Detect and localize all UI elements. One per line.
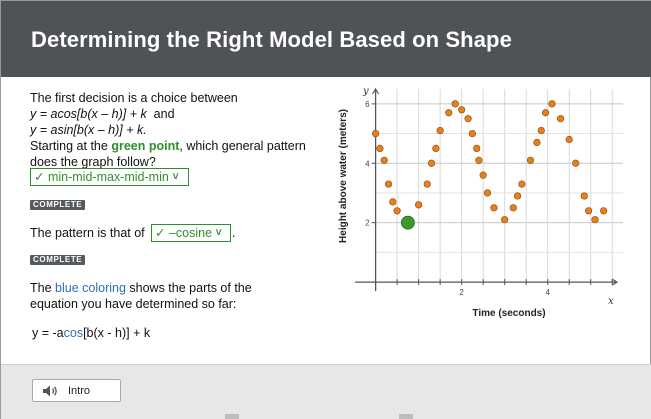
pattern-line: The pattern is that of <box>30 226 145 240</box>
data-point <box>591 216 599 224</box>
x-axis-label: Time (seconds) <box>472 308 545 319</box>
data-point <box>526 156 535 164</box>
x-tick-label: 4 <box>545 288 550 297</box>
data-point <box>537 126 545 135</box>
function-dropdown[interactable]: ✓ –cosine ∨ <box>151 224 231 242</box>
complete-badge: COMPLETE <box>30 255 86 265</box>
intro-text-line1: The first decision is a choice between <box>30 91 238 105</box>
check-icon: ✓ <box>155 226 166 240</box>
data-point <box>565 135 573 144</box>
data-point <box>432 144 440 153</box>
equation-cos-highlight: cos <box>63 326 84 340</box>
data-point <box>584 207 593 215</box>
data-point <box>513 192 522 200</box>
data-point <box>518 180 526 188</box>
data-point <box>533 138 541 147</box>
scatter-chart: 2 4 2 4 6 Height above water (meters) Time (… <box>338 86 623 319</box>
lesson-panel: Determining the Right Model Based on Sha… <box>0 0 651 419</box>
data-point <box>475 156 483 164</box>
pattern-period: . <box>232 226 236 240</box>
question-line1: Starting at the green point, which gener… <box>30 139 306 153</box>
data-point <box>427 159 436 167</box>
function-dropdown-value: –cosine <box>168 226 213 240</box>
blue-coloring-line1: The blue coloring shows the parts of the <box>30 281 252 295</box>
bottom-tab-marker <box>225 414 239 419</box>
chart-grid <box>375 89 623 283</box>
data-point <box>393 207 401 215</box>
y-axis-label: Height above water (meters) <box>338 109 349 243</box>
data-point <box>445 109 453 117</box>
y-tick-label: 4 <box>365 159 370 168</box>
equation-sin-line: y = asin[b(x – h)] + k. <box>30 122 147 138</box>
data-point <box>479 171 487 179</box>
data-point <box>541 109 550 117</box>
equation-cos-line: y = acos[b(x – h)] + k and <box>30 106 175 122</box>
data-point <box>557 115 565 123</box>
intro-button[interactable]: Intro <box>32 379 121 402</box>
data-point <box>372 129 380 138</box>
data-point <box>380 156 388 164</box>
bottom-tab-marker <box>399 414 413 419</box>
chart-ticks: 2 4 2 4 6 <box>365 100 613 297</box>
data-point <box>423 180 431 188</box>
data-point <box>458 106 466 114</box>
chevron-down-icon: ∨ <box>171 171 180 182</box>
data-point <box>473 144 481 153</box>
green-start-point <box>400 215 415 230</box>
data-point <box>483 189 492 197</box>
data-point <box>509 204 517 212</box>
data-point <box>384 180 393 188</box>
data-point <box>389 198 397 206</box>
y-tick-label: 6 <box>365 100 370 109</box>
current-equation: y = -acos[b(x - h)] + k <box>32 326 151 340</box>
data-point <box>376 144 384 153</box>
check-icon: ✓ <box>34 170 45 184</box>
complete-badge: COMPLETE <box>30 200 86 210</box>
data-point <box>451 100 459 108</box>
data-point <box>436 126 444 135</box>
pattern-dropdown[interactable]: ✓ min-mid-max-mid-min ∨ <box>30 168 189 186</box>
data-point <box>501 216 509 224</box>
x-tick-label: 2 <box>459 288 464 297</box>
speaker-icon <box>43 385 57 396</box>
green-point-text: green point <box>111 139 180 153</box>
y-axis-letter: y <box>362 86 369 97</box>
header-bar: Determining the Right Model Based on Sha… <box>1 1 651 77</box>
data-point <box>464 115 472 123</box>
x-axis-letter: x <box>608 296 614 307</box>
equation-cos: y = acos[b(x – h)] + k <box>30 107 147 121</box>
blue-coloring-text: blue coloring <box>55 281 126 295</box>
intro-button-label: Intro <box>68 384 91 397</box>
data-point <box>600 207 608 215</box>
data-point <box>548 100 556 108</box>
data-point <box>415 201 423 209</box>
blue-coloring-line2: equation you have determined so far: <box>30 297 237 311</box>
equation-sin: y = asin[b(x – h)] + k. <box>30 123 147 137</box>
and-text: and <box>153 107 175 121</box>
footer-bar: Intro <box>1 364 651 419</box>
data-point <box>572 159 580 167</box>
pattern-dropdown-value: min-mid-max-mid-min <box>47 170 169 184</box>
data-point <box>468 129 477 138</box>
data-point <box>490 204 498 212</box>
chart-points <box>372 100 608 230</box>
data-point <box>580 192 588 200</box>
chevron-down-icon: ∨ <box>214 227 224 238</box>
page-title: Determining the Right Model Based on Sha… <box>31 27 512 52</box>
y-tick-label: 2 <box>365 219 370 228</box>
